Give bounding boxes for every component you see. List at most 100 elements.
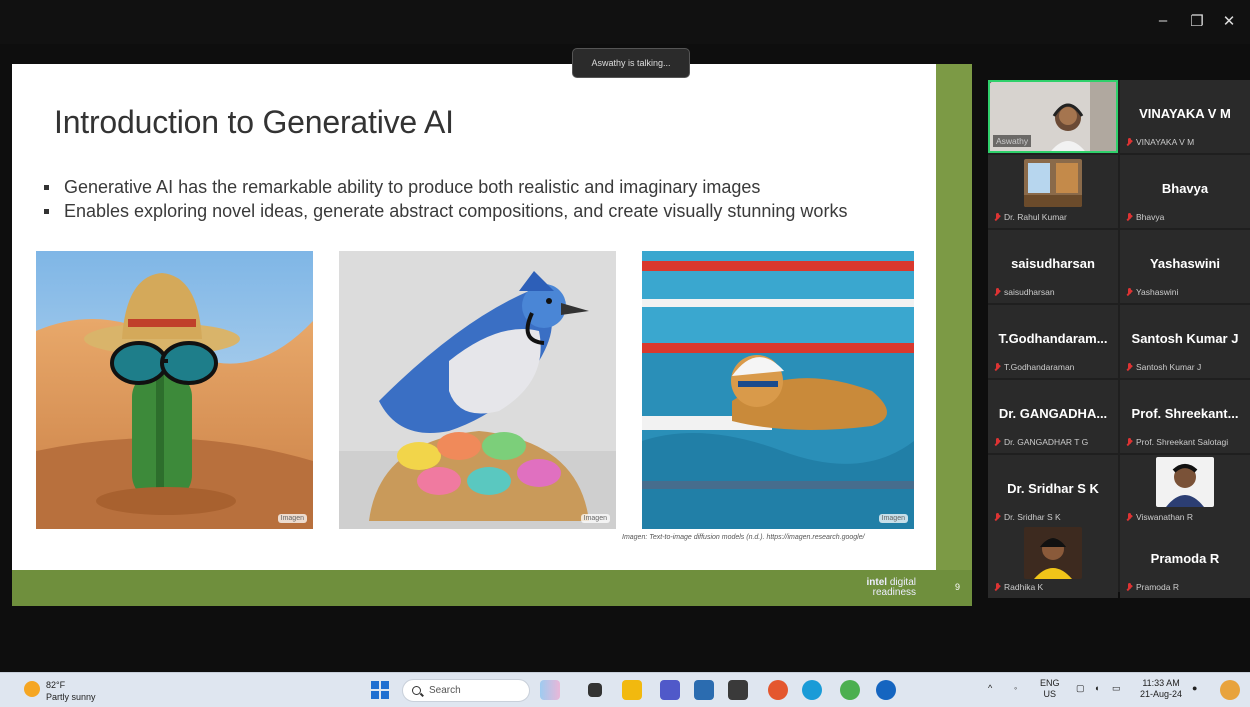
participant-name: Santosh Kumar J bbox=[1131, 331, 1239, 346]
mic-off-icon bbox=[994, 437, 1001, 447]
microphone-icon[interactable]: ◦ bbox=[1014, 683, 1017, 694]
participant-name: Dr. GANGADHA... bbox=[998, 406, 1108, 421]
image-watermark: Imagen bbox=[277, 514, 307, 523]
widgets-icon[interactable] bbox=[1220, 680, 1240, 700]
mic-off-icon bbox=[1126, 287, 1133, 297]
participant-tile[interactable]: T.Godhandaram... T.Godhandaraman bbox=[988, 305, 1118, 378]
participant-label: Radhika K bbox=[994, 582, 1043, 592]
participant-tile[interactable]: Pramoda R Pramoda R bbox=[1120, 525, 1250, 598]
participant-name: Pramoda R bbox=[1150, 551, 1220, 566]
participant-name: Bhavya bbox=[1161, 181, 1209, 196]
image-caption: Imagen: Text-to-image diffusion models (… bbox=[622, 534, 865, 541]
participant-tile[interactable]: Yashaswini Yashaswini bbox=[1120, 230, 1250, 303]
participant-tile[interactable]: saisudharsan saisudharsan bbox=[988, 230, 1118, 303]
minimize-button[interactable]: – bbox=[1152, 12, 1174, 29]
battery-icon[interactable]: ▭ bbox=[1112, 683, 1121, 694]
volume-icon[interactable]: ◖ bbox=[1094, 683, 1099, 694]
participant-photo bbox=[1024, 527, 1082, 579]
search-icon bbox=[412, 686, 421, 695]
swimmer-image: Imagen bbox=[642, 251, 914, 529]
mic-off-icon bbox=[994, 212, 1001, 222]
participant-tile[interactable]: Dr. Sridhar S K Dr. Sridhar S K bbox=[988, 455, 1118, 528]
chrome-icon[interactable] bbox=[768, 680, 788, 700]
mic-off-icon bbox=[994, 362, 1001, 372]
bullet-item: Enables exploring novel ideas, generate … bbox=[42, 200, 922, 222]
mic-off-icon bbox=[1126, 582, 1133, 592]
taskbar-search[interactable]: Search bbox=[402, 679, 530, 702]
show-hidden-icons[interactable]: ^ bbox=[988, 683, 992, 694]
participant-tile[interactable]: Viswanathan R bbox=[1120, 455, 1250, 528]
participant-name: Yashaswini bbox=[1149, 256, 1221, 271]
slide-title: Introduction to Generative AI bbox=[54, 104, 454, 140]
language-indicator[interactable]: ENG US bbox=[1040, 678, 1060, 700]
windows-start-icon[interactable] bbox=[370, 680, 390, 700]
network-icon[interactable]: ▢ bbox=[1076, 683, 1085, 694]
partly-sunny-icon bbox=[24, 681, 40, 697]
participant-name: Dr. Sridhar S K bbox=[1007, 481, 1099, 496]
mic-off-icon bbox=[994, 512, 1001, 522]
close-button[interactable]: ✕ bbox=[1218, 12, 1240, 30]
participant-name: saisudharsan bbox=[1011, 256, 1095, 271]
participant-photo bbox=[1024, 159, 1082, 207]
teams-icon[interactable] bbox=[660, 680, 680, 700]
clock[interactable]: 11:33 AM 21-Aug-24 bbox=[1140, 678, 1182, 700]
restore-button[interactable]: ❐ bbox=[1186, 12, 1208, 30]
speaker-toast: Aswathy is talking... bbox=[572, 48, 690, 78]
participant-label: Aswathy bbox=[993, 135, 1032, 147]
slide-side-bar bbox=[936, 64, 972, 570]
edge-icon[interactable] bbox=[802, 680, 822, 700]
participant-tile[interactable]: Dr. Rahul Kumar bbox=[988, 155, 1118, 228]
title-bar: – ❐ ✕ bbox=[0, 0, 1250, 44]
shared-slide: Introduction to Generative AI Generative… bbox=[12, 64, 972, 606]
participant-tile[interactable]: Radhika K bbox=[988, 525, 1118, 598]
file-explorer-icon[interactable] bbox=[622, 680, 642, 700]
participant-label: Yashaswini bbox=[1126, 287, 1178, 297]
participant-label: Dr. Rahul Kumar bbox=[994, 212, 1067, 222]
meeting-window: – ❐ ✕ Introduction to Generative AI Gene… bbox=[0, 0, 1250, 707]
mic-off-icon bbox=[1126, 362, 1133, 372]
app-icon[interactable] bbox=[728, 680, 748, 700]
participant-name: Prof. Shreekant... bbox=[1131, 406, 1239, 421]
participant-label: saisudharsan bbox=[994, 287, 1055, 297]
participant-label: Bhavya bbox=[1126, 212, 1164, 222]
taskbar: 82°F Partly sunny Search ^ ◦ ENG US ▢ ◖ ▭ … bbox=[0, 672, 1250, 707]
slide-bullets: Generative AI has the remarkable ability… bbox=[42, 176, 922, 224]
bluejay-image: Imagen bbox=[339, 251, 616, 529]
bullet-item: Generative AI has the remarkable ability… bbox=[42, 176, 922, 198]
task-view-icon[interactable] bbox=[588, 683, 602, 697]
participant-photo bbox=[1156, 457, 1214, 507]
participant-tile[interactable]: Bhavya Bhavya bbox=[1120, 155, 1250, 228]
participant-tile[interactable]: VINAYAKA V M VINAYAKA V M bbox=[1120, 80, 1250, 153]
participants-panel: Aswathy VINAYAKA V M VINAYAKA V M Dr. Ra… bbox=[988, 80, 1250, 598]
intel-logo: intel digital readiness bbox=[866, 577, 916, 598]
mic-off-icon bbox=[1126, 137, 1133, 147]
store-icon[interactable] bbox=[694, 680, 714, 700]
mic-off-icon bbox=[1126, 512, 1133, 522]
participant-tile[interactable]: Santosh Kumar J Santosh Kumar J bbox=[1120, 305, 1250, 378]
copilot-icon[interactable] bbox=[540, 680, 560, 700]
participant-label: VINAYAKA V M bbox=[1126, 137, 1194, 147]
participant-tile[interactable]: Dr. GANGADHA... Dr. GANGADHAR T G bbox=[988, 380, 1118, 453]
participant-label: Prof. Shreekant Salotagi bbox=[1126, 437, 1228, 447]
participant-tile[interactable]: Aswathy bbox=[988, 80, 1118, 153]
participant-label: Dr. Sridhar S K bbox=[994, 512, 1061, 522]
participant-label: Santosh Kumar J bbox=[1126, 362, 1201, 372]
mic-off-icon bbox=[994, 287, 1001, 297]
participant-label: Dr. GANGADHAR T G bbox=[994, 437, 1088, 447]
participant-label: T.Godhandaraman bbox=[994, 362, 1074, 372]
image-watermark: Imagen bbox=[878, 514, 908, 523]
cactus-image: Imagen bbox=[36, 251, 313, 529]
zoom-icon[interactable] bbox=[876, 680, 896, 700]
mic-off-icon bbox=[1126, 212, 1133, 222]
participant-label: Viswanathan R bbox=[1126, 512, 1193, 522]
chrome-profile-icon[interactable] bbox=[840, 680, 860, 700]
participant-name: T.Godhandaram... bbox=[998, 331, 1108, 346]
participant-label: Pramoda R bbox=[1126, 582, 1179, 592]
participant-tile[interactable]: Prof. Shreekant... Prof. Shreekant Salot… bbox=[1120, 380, 1250, 453]
image-watermark: Imagen bbox=[580, 514, 610, 523]
page-number: 9 bbox=[954, 582, 960, 592]
mic-off-icon bbox=[1126, 437, 1133, 447]
mic-off-icon bbox=[994, 582, 1001, 592]
notification-bell-icon[interactable]: ● bbox=[1192, 683, 1197, 694]
slide-footer: intel digital readiness 9 bbox=[12, 570, 972, 606]
